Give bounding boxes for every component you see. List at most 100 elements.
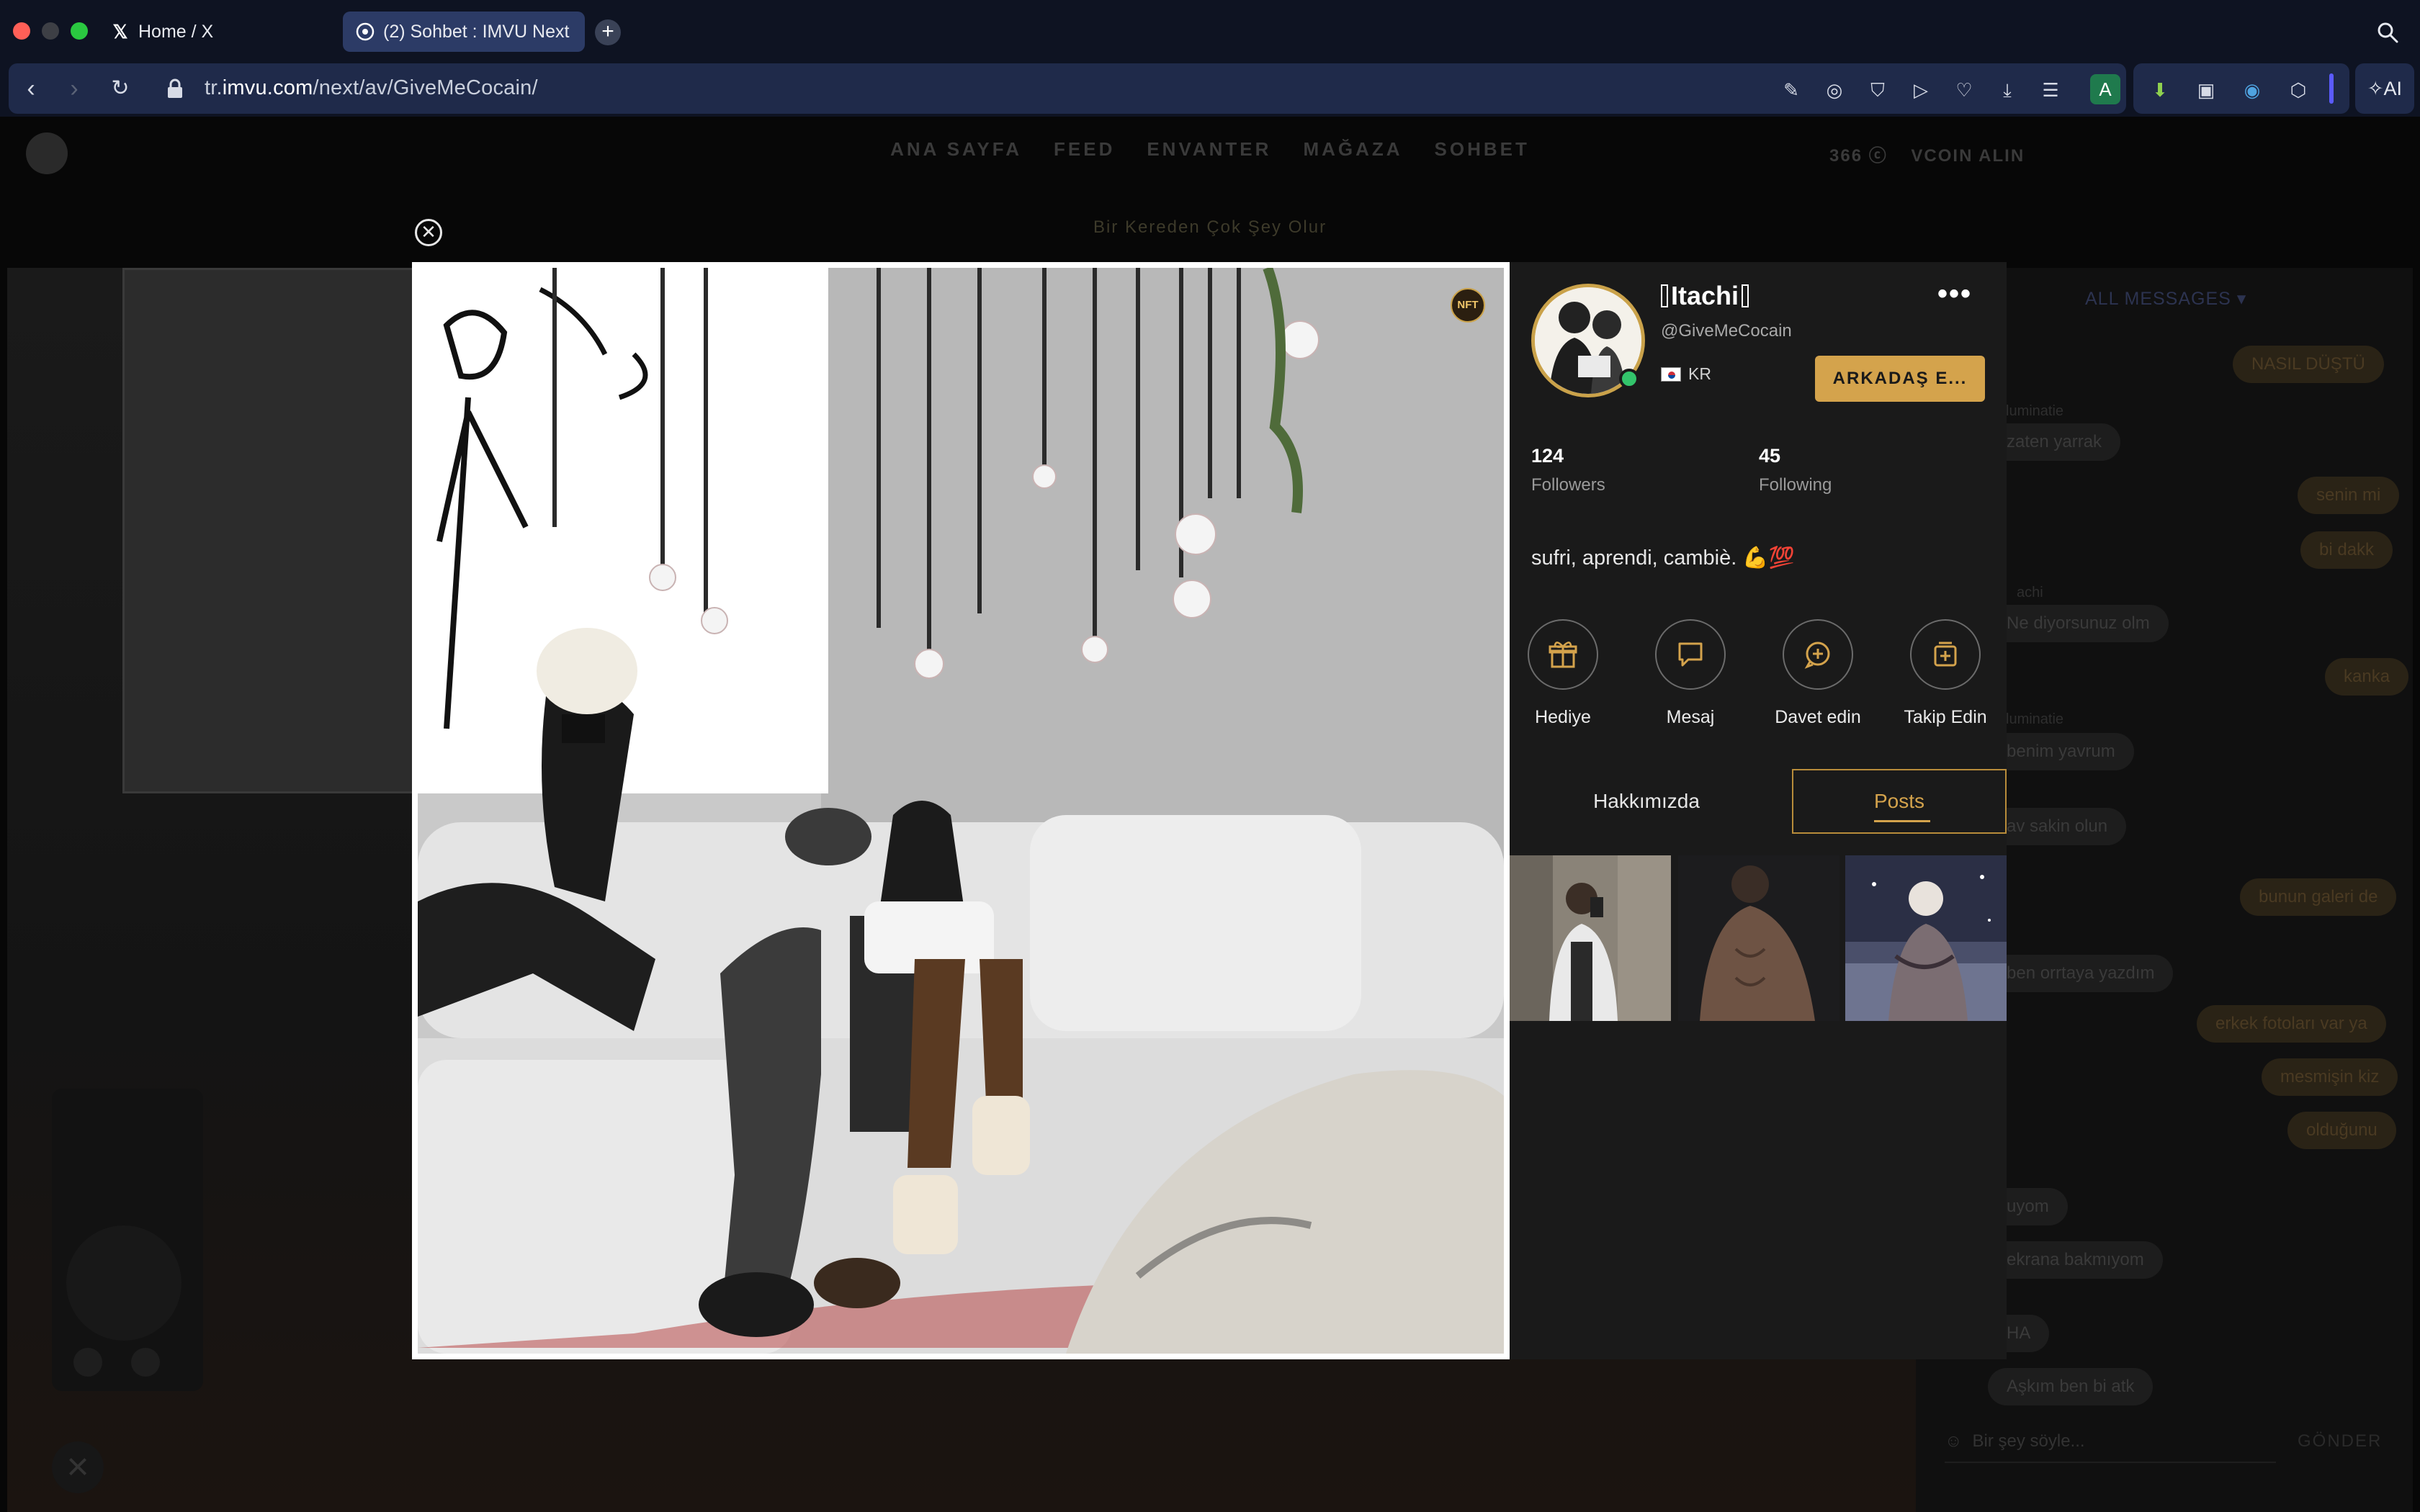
ai-label: AI (2383, 78, 2403, 99)
chat-message: zaten yarrak (1988, 423, 2121, 461)
tab-home-x[interactable]: 𝕏 Home / X (98, 12, 336, 52)
follow-action[interactable]: Takip Edin (1895, 619, 1996, 728)
download-extension-icon[interactable]: ⬇ (2148, 78, 2172, 102)
chat-username: luminatie (2006, 711, 2064, 727)
country-code: KR (1688, 364, 1711, 383)
shield-icon[interactable]: ⛉ (1865, 78, 1890, 102)
image-extension-icon[interactable]: ▣ (2194, 78, 2218, 102)
chat-input[interactable]: ☺ Bir şey söyle... (1945, 1420, 2276, 1463)
message-action[interactable]: Mesaj (1640, 619, 1741, 728)
cube-extension-icon[interactable]: ⬡ (2286, 78, 2311, 102)
imvu-main-nav: ANA SAYFA FEED ENVANTER MAĞAZA SOHBET (0, 117, 2420, 181)
gift-label: Hediye (1535, 707, 1591, 727)
post-thumbnail-image (1510, 855, 1671, 1021)
reload-button[interactable]: ↻ (108, 76, 133, 101)
url-path: /next/av/GiveMeCocain/ (313, 76, 538, 99)
profile-panel: Itachi @GiveMeCocain KR ••• ARKADAŞ E...… (1510, 262, 2007, 1359)
add-friend-button[interactable]: ARKADAŞ E... (1815, 356, 1985, 402)
chat-message: senin mi (2298, 477, 2400, 514)
followers-label[interactable]: Followers (1531, 475, 1605, 495)
close-room-button[interactable]: × (52, 1441, 104, 1493)
globe-extension-icon[interactable]: ◉ (2240, 78, 2264, 102)
post-photo: NFT (412, 262, 1510, 1359)
window-minimize-button[interactable] (42, 22, 59, 40)
nav-item-feed[interactable]: FEED (1054, 138, 1115, 161)
tab-posts[interactable]: Posts (1792, 769, 2007, 834)
sparkle-icon: ✧ (2367, 78, 2384, 99)
following-label[interactable]: Following (1759, 475, 1832, 495)
chat-filter-label: ALL MESSAGES (2085, 289, 2231, 309)
send-button[interactable]: GÖNDER (2298, 1431, 2382, 1452)
tab-label: (2) Sohbet : IMVU Next (383, 21, 570, 42)
chat-filter[interactable]: ALL MESSAGES ▾ (2085, 288, 2246, 310)
camera-icon[interactable]: ◎ (1822, 78, 1847, 102)
chat-message: Ne diyorsunuz olm (1988, 605, 2169, 642)
following-count[interactable]: 45 (1759, 445, 1780, 467)
post-thumbnail[interactable] (1510, 855, 1671, 1021)
search-icon[interactable] (2377, 22, 2398, 43)
chat-message: erkek fotoları var ya (2197, 1005, 2386, 1043)
heart-icon[interactable]: ♡ (1952, 78, 1976, 102)
profile-avatar-button[interactable]: A (2090, 74, 2120, 104)
emoji-icon[interactable]: ☺ (1945, 1431, 1963, 1451)
more-options-button[interactable]: ••• (1937, 278, 1972, 310)
profile-tabs: Hakkımızda Posts (1510, 769, 2007, 834)
lock-icon (168, 78, 182, 98)
chat-message: ben orrtaya yazdım (1988, 955, 2174, 992)
zoom-out-button[interactable] (73, 1348, 102, 1377)
online-status-indicator (1619, 369, 1639, 389)
profile-country: KR (1661, 364, 1711, 384)
message-icon (1655, 619, 1726, 690)
vcoin-label: VCOIN ALIN (1911, 146, 2025, 166)
promo-banner[interactable]: Bir Kereden Çok Şey Olur (0, 217, 2420, 238)
download-icon[interactable]: ⤓ (1995, 78, 2020, 102)
credits-balance[interactable]: 366 ⓒ VCOIN ALIN (1829, 141, 2025, 166)
invite-label: Davet edin (1775, 707, 1861, 727)
url-text[interactable]: tr.imvu.com/next/av/GiveMeCocain/ (205, 76, 538, 100)
tab-about[interactable]: Hakkımızda (1510, 769, 1783, 834)
chat-message: benim yavrum (1988, 733, 2134, 770)
imvu-icon (356, 22, 375, 41)
browser-tab-bar: 𝕏 Home / X (2) Sohbet : IMVU Next + (0, 0, 2420, 62)
url-prefix: tr. (205, 76, 223, 99)
forward-button[interactable]: › (62, 76, 86, 101)
menu-icon[interactable]: ☰ (2038, 78, 2063, 102)
chat-message: kanka (2325, 658, 2409, 696)
chat-message: olduğunu (2287, 1112, 2396, 1149)
edit-icon[interactable]: ✎ (1779, 78, 1803, 102)
x-logo-icon: 𝕏 (112, 20, 128, 42)
photo-scene-illustration (418, 268, 1504, 1354)
nav-item-inventory[interactable]: ENVANTER (1147, 138, 1271, 161)
play-icon[interactable]: ▷ (1909, 78, 1933, 102)
nav-item-chat[interactable]: SOHBET (1435, 138, 1530, 161)
gift-action[interactable]: Hediye (1512, 619, 1613, 728)
post-thumbnail-image (1845, 855, 2007, 1021)
room-picture-frame (122, 268, 425, 793)
camera-joystick[interactable] (66, 1225, 182, 1341)
chat-username: luminatie (2006, 403, 2064, 419)
extension-indicator (2329, 73, 2334, 104)
tab-label: Home / X (138, 21, 214, 42)
post-thumbnail[interactable] (1845, 855, 2007, 1021)
url-bar[interactable]: ‹ › ↻ tr.imvu.com/next/av/GiveMeCocain/ … (9, 63, 2126, 114)
nav-item-home[interactable]: ANA SAYFA (890, 138, 1022, 161)
followers-count[interactable]: 124 (1531, 445, 1564, 467)
post-thumbnail-image (1678, 855, 1839, 1021)
post-photo-image: NFT (418, 268, 1504, 1354)
follow-label: Takip Edin (1904, 707, 1987, 727)
zoom-in-button[interactable] (131, 1348, 160, 1377)
profile-display-name: Itachi (1661, 281, 1749, 311)
back-button[interactable]: ‹ (19, 76, 43, 101)
window-maximize-button[interactable] (71, 22, 88, 40)
new-tab-button[interactable]: + (595, 19, 621, 45)
modal-close-button[interactable]: ✕ (415, 219, 442, 246)
korea-flag-icon (1661, 366, 1681, 382)
post-thumbnail[interactable] (1678, 855, 1839, 1021)
invite-action[interactable]: Davet edin (1767, 619, 1868, 728)
camera-controls (52, 1089, 203, 1391)
window-close-button[interactable] (13, 22, 30, 40)
nav-item-shop[interactable]: MAĞAZA (1303, 138, 1402, 161)
ai-button[interactable]: ✧AI (2355, 63, 2414, 114)
profile-handle: @GiveMeCocain (1661, 321, 1792, 341)
tab-imvu-chat[interactable]: (2) Sohbet : IMVU Next (343, 12, 585, 52)
